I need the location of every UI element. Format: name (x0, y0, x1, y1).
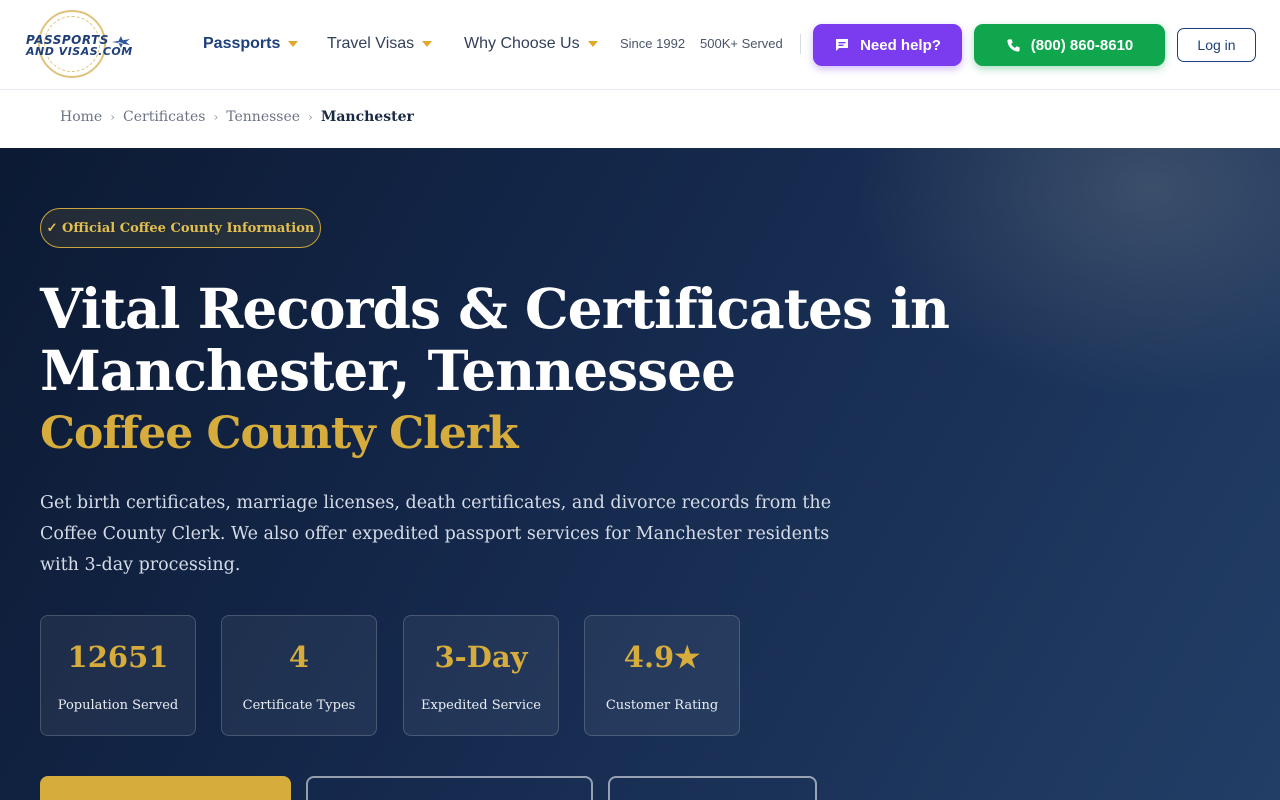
stat-value: 12651 (67, 640, 169, 674)
since-1992-text: Since 1992 (620, 36, 686, 51)
chevron-right-icon: › (110, 110, 116, 124)
stat-value: 3-Day (434, 640, 528, 674)
breadcrumb-home[interactable]: Home (60, 109, 102, 125)
header-divider (800, 34, 801, 54)
chevron-down-icon (422, 41, 433, 47)
need-help-label: Need help? (860, 36, 941, 54)
breadcrumb-certificates[interactable]: Certificates (123, 109, 205, 125)
plane-icon (112, 36, 130, 48)
nav-travel-visas-label: Travel Visas (327, 35, 415, 52)
hero-description: Get birth certificates, marriage license… (40, 493, 832, 575)
login-button[interactable]: Log in (1177, 28, 1256, 62)
stat-card-expedited: 3-Day Expedited Service (403, 615, 559, 736)
official-info-badge: ✓ Official Coffee County Information (40, 208, 321, 248)
phone-icon (1007, 38, 1020, 52)
chevron-right-icon: › (213, 110, 219, 124)
stat-label: Customer Rating (605, 698, 719, 713)
stat-card-rating: 4.9★ Customer Rating (584, 615, 740, 736)
breadcrumb-current: Manchester (320, 109, 414, 125)
chevron-down-icon (587, 41, 598, 47)
tertiary-cta-button[interactable] (608, 776, 817, 800)
customers-served-text: 500K+ Served (700, 36, 783, 51)
stat-label: Certificate Types (242, 698, 356, 713)
chevron-down-icon (288, 41, 299, 47)
stat-value: 4 (288, 640, 310, 674)
call-phone-button[interactable]: (800) 860-8610 (974, 24, 1165, 66)
stat-card-certificate-types: 4 Certificate Types (221, 615, 377, 736)
site-header: PASSPORTS AND VISAS.COM Passports Travel… (0, 0, 1280, 90)
need-help-button[interactable]: Need help? (813, 24, 962, 66)
primary-cta-button[interactable] (40, 776, 291, 800)
chevron-right-icon: › (308, 110, 313, 124)
page-subtitle: Coffee County Clerk (40, 408, 518, 459)
stat-value: 4.9★ (623, 640, 701, 674)
stat-label: Expedited Service (421, 698, 541, 713)
stat-label: Population Served (57, 698, 179, 713)
phone-number-label: (800) 860-8610 (1030, 36, 1134, 54)
nav-passports[interactable]: Passports (203, 34, 299, 54)
breadcrumb-tennessee[interactable]: Tennessee (226, 109, 300, 125)
login-label: Log in (1197, 37, 1236, 53)
official-info-badge-label: ✓ Official Coffee County Information (46, 220, 315, 236)
nav-passports-label: Passports (203, 35, 281, 52)
breadcrumb: Home › Certificates › Tennessee › Manche… (60, 109, 414, 125)
nav-why-choose-us[interactable]: Why Choose Us (464, 34, 598, 54)
page-title: Vital Records & Certificates in Manchest… (40, 276, 950, 403)
secondary-cta-button[interactable] (306, 776, 593, 800)
nav-travel-visas[interactable]: Travel Visas (327, 34, 433, 54)
nav-why-choose-us-label: Why Choose Us (464, 35, 580, 52)
site-logo[interactable]: PASSPORTS AND VISAS.COM (24, 10, 134, 78)
chat-icon (836, 39, 849, 51)
stat-card-population: 12651 Population Served (40, 615, 196, 736)
hero-section: ✓ Official Coffee County Information Vit… (0, 148, 1280, 800)
